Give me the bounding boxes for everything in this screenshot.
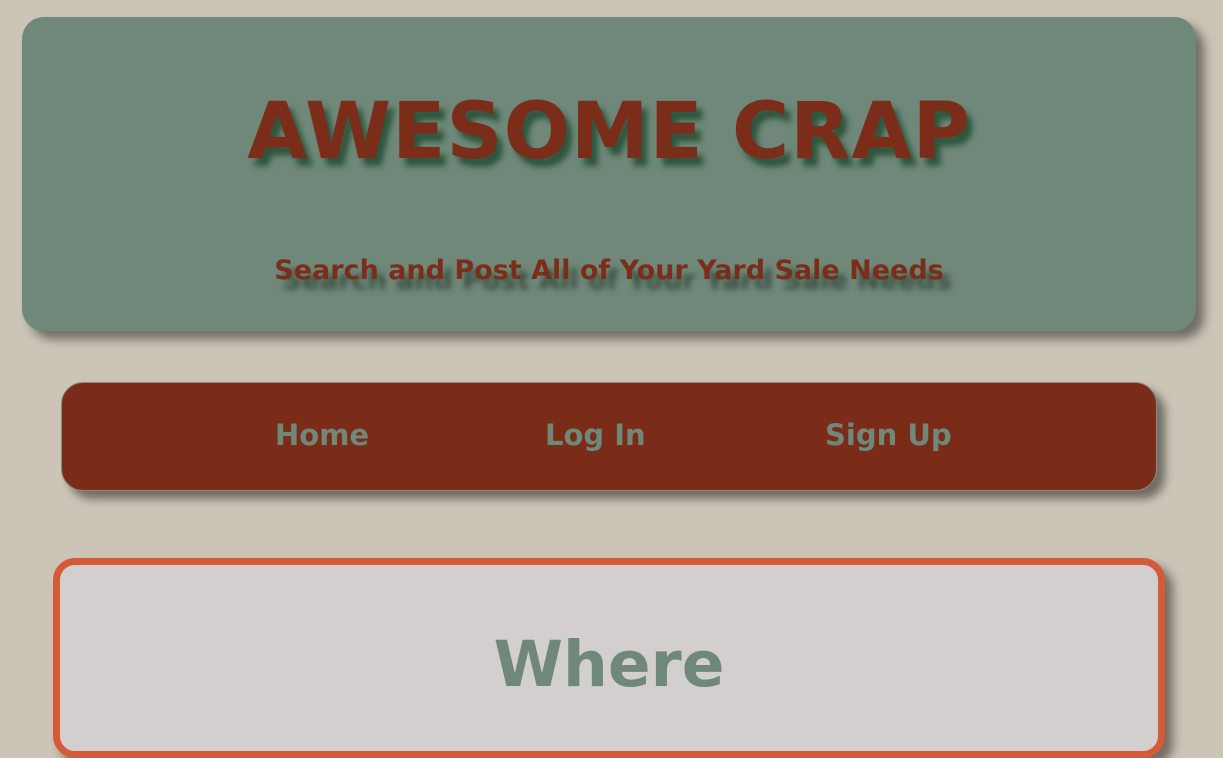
site-header: AWESOME CRAP Search and Post All of Your…: [22, 17, 1196, 331]
nav-signup-link[interactable]: Sign Up: [825, 421, 952, 450]
main-nav: Home Log In Sign Up: [61, 382, 1157, 491]
site-title: AWESOME CRAP: [247, 87, 971, 177]
content-card: Where: [53, 558, 1165, 758]
nav-home-link[interactable]: Home: [275, 421, 369, 450]
nav-login-link[interactable]: Log In: [545, 421, 646, 450]
site-tagline: Search and Post All of Your Yard Sale Ne…: [274, 255, 944, 286]
card-heading: Where: [493, 628, 725, 701]
